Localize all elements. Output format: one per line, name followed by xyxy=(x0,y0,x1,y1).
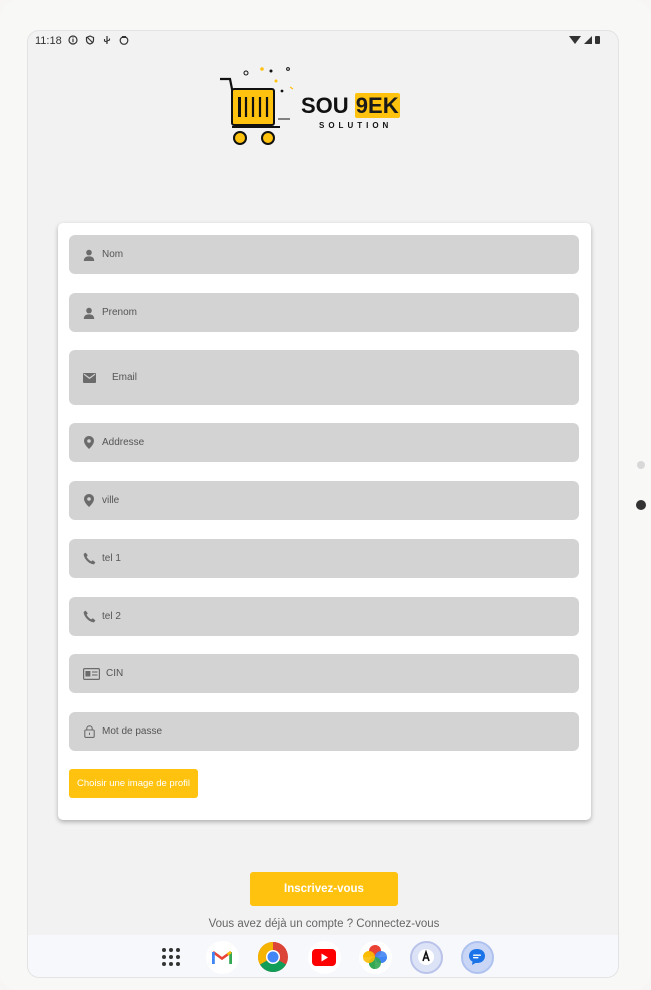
phone-icon xyxy=(82,610,96,624)
youtube-icon[interactable] xyxy=(307,940,341,974)
phone-icon xyxy=(82,552,96,566)
shield-icon xyxy=(85,35,95,45)
signal-icon xyxy=(584,36,592,44)
ville-input[interactable]: ville xyxy=(69,481,579,520)
tel2-input[interactable]: tel 2 xyxy=(69,597,579,636)
shopping-cart-logo-icon xyxy=(220,67,294,145)
status-system-icons xyxy=(569,36,600,44)
wifi-icon xyxy=(569,36,581,44)
logo-text-accent: 9EK xyxy=(354,93,400,118)
prenom-input[interactable]: Prenom xyxy=(69,293,579,332)
usb-icon xyxy=(102,35,112,45)
status-notification-icons xyxy=(68,35,129,45)
logo-wordmark: SOU 9EK xyxy=(301,93,400,119)
logo-subtitle: SOLUTION xyxy=(319,121,393,130)
email-input[interactable]: Email xyxy=(69,350,579,405)
signup-button[interactable]: Inscrivez-vous xyxy=(250,872,398,906)
lock-icon xyxy=(82,725,96,739)
password-placeholder: Mot de passe xyxy=(102,726,163,737)
tel2-placeholder: tel 2 xyxy=(102,611,121,622)
location-icon xyxy=(82,436,96,450)
ville-placeholder: ville xyxy=(102,495,120,506)
cin-placeholder: CIN xyxy=(106,668,124,679)
photos-icon[interactable] xyxy=(358,940,392,974)
chrome-icon[interactable] xyxy=(257,941,290,974)
status-time: 11:18 xyxy=(35,35,62,47)
screen: 11:18 SOU 9EK SOLUTION Nom Prenom Email … xyxy=(27,30,619,978)
id-card-icon xyxy=(82,667,100,681)
choose-profile-image-button[interactable]: Choisir une image de profil xyxy=(69,769,199,798)
tel1-placeholder: tel 1 xyxy=(102,553,121,564)
email-icon xyxy=(82,371,96,385)
tel1-input[interactable]: tel 1 xyxy=(69,539,579,578)
side-button xyxy=(637,461,645,469)
battery-icon xyxy=(595,36,600,44)
info-icon xyxy=(68,35,78,45)
email-placeholder: Email xyxy=(112,372,138,383)
cin-input[interactable]: CIN xyxy=(69,654,579,693)
nom-input[interactable]: Nom xyxy=(69,235,579,274)
password-input[interactable]: Mot de passe xyxy=(69,712,579,751)
app-icon[interactable] xyxy=(409,940,443,974)
signup-form-card: Nom Prenom Email Addresse ville tel 1 te… xyxy=(58,223,591,820)
app-logo: SOU 9EK SOLUTION xyxy=(216,61,416,151)
side-camera xyxy=(636,500,646,510)
addresse-placeholder: Addresse xyxy=(102,437,145,448)
person-icon xyxy=(82,248,96,262)
nom-placeholder: Nom xyxy=(102,249,124,260)
prenom-placeholder: Prenom xyxy=(102,307,138,318)
app-drawer-icon[interactable] xyxy=(155,941,188,974)
gmail-icon[interactable] xyxy=(205,940,239,974)
messages-icon[interactable] xyxy=(460,940,494,974)
person-icon xyxy=(82,306,96,320)
location-icon xyxy=(82,494,96,508)
face-icon xyxy=(119,35,129,45)
addresse-input[interactable]: Addresse xyxy=(69,423,579,462)
logo-text-main: SOU xyxy=(301,93,355,118)
login-link[interactable]: Vous avez déjà un compte ? Connectez-vou… xyxy=(28,918,618,930)
app-dock xyxy=(28,935,618,977)
status-bar: 11:18 xyxy=(28,31,618,53)
